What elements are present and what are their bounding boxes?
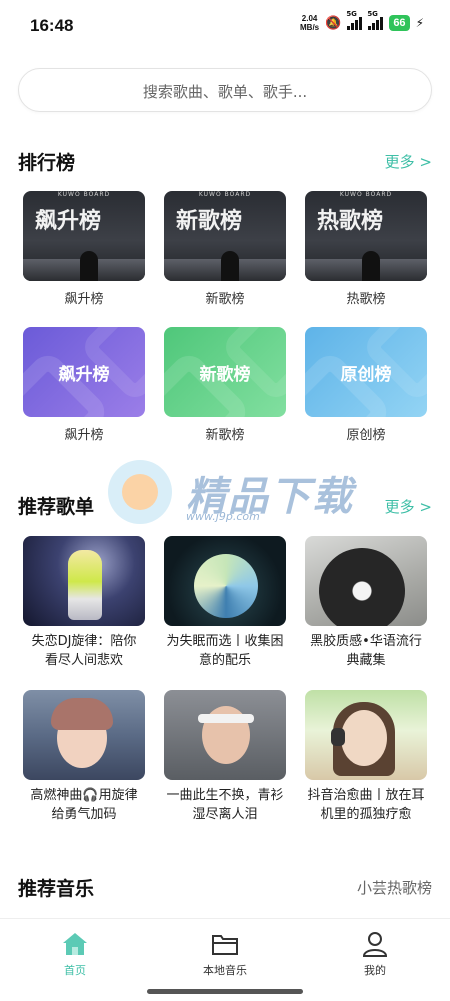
rankings-title: 排行榜 (18, 152, 76, 174)
ranking-card-label: 新歌榜 (205, 292, 245, 307)
search-input[interactable]: 搜索歌曲、歌单、歌手... (18, 68, 432, 112)
playlist-cover (305, 690, 427, 780)
playlist-cover (23, 536, 145, 626)
ranking-card-new[interactable]: KUWO BOARD 新歌榜 新歌榜 (164, 191, 286, 307)
person-icon (330, 929, 420, 959)
ranking-card-original[interactable]: 原创榜 原创榜 (305, 327, 427, 443)
playlist-cover (305, 536, 427, 626)
search-placeholder: 搜索歌曲、歌单、歌手... (142, 83, 308, 101)
playlist-card[interactable]: 为失眠而选丨收集困 意的配乐 (164, 536, 286, 670)
status-time: 16:48 (30, 16, 74, 35)
home-indicator[interactable] (147, 989, 303, 994)
playlist-card[interactable]: 高燃神曲🎧用旋律 给勇气加码 (23, 690, 145, 824)
network-speed: 2.04 MB/s (300, 14, 320, 32)
ranking-card-label: 飙升榜 (64, 292, 104, 307)
playlist-title: 高燃神曲🎧用旋律 给勇气加码 (30, 788, 138, 822)
ranking-card-label: 原创榜 (346, 428, 386, 443)
playlist-title: 失恋DJ旋律：陪你 看尽人间悲欢 (31, 634, 137, 668)
ranking-card-label: 新歌榜 (205, 428, 245, 443)
ranking-cover: KUWO BOARD 新歌榜 (164, 191, 286, 281)
watermark-logo (108, 460, 178, 540)
playlist-card[interactable]: 失恋DJ旋律：陪你 看尽人间悲欢 (23, 536, 145, 670)
status-bar: 16:48 2.04 MB/s 🔕 5G 5G 66 ⚡ (0, 0, 450, 54)
playlists-more-link[interactable]: 更多 > (385, 496, 432, 517)
playlist-card[interactable]: 一曲此生不换，青衫 湿尽离人泪 (164, 690, 286, 824)
playlist-card[interactable]: 抖音治愈曲丨放在耳 机里的孤独疗愈 (305, 690, 427, 824)
playlist-cover (23, 690, 145, 780)
nav-local-music[interactable]: 本地音乐 (180, 929, 270, 978)
ranking-cover: KUWO BOARD 热歌榜 (305, 191, 427, 281)
rankings-more-link[interactable]: 更多 > (385, 151, 432, 172)
home-icon (30, 929, 120, 959)
ranking-card-hot[interactable]: KUWO BOARD 热歌榜 热歌榜 (305, 191, 427, 307)
playlist-title: 抖音治愈曲丨放在耳 机里的孤独疗愈 (307, 788, 425, 822)
ranking-card-label: 飙升榜 (64, 428, 104, 443)
ranking-cover: 飙升榜 (23, 327, 145, 417)
ranking-card-soaring[interactable]: KUWO BOARD 飙升榜 飙升榜 (23, 191, 145, 307)
charging-icon: ⚡ (415, 16, 424, 30)
ranking-card-label: 热歌榜 (346, 292, 386, 307)
playlist-card[interactable]: 黑胶质感•华语流行 典藏集 (305, 536, 427, 670)
recommend-music-title: 推荐音乐 (18, 878, 95, 900)
ranking-card-soaring-2[interactable]: 飙升榜 飙升榜 (23, 327, 145, 443)
nav-mine[interactable]: 我的 (330, 929, 420, 978)
folder-icon (180, 929, 270, 959)
watermark-url: www.j9p.com (186, 510, 260, 523)
status-indicators: 2.04 MB/s 🔕 5G 5G 66 ⚡ (300, 10, 424, 32)
playlist-cover (164, 536, 286, 626)
battery-icon: 66 (389, 15, 410, 31)
nav-home[interactable]: 首页 (30, 929, 120, 978)
signal-icon-2: 5G (367, 10, 384, 30)
ranking-card-new-2[interactable]: 新歌榜 新歌榜 (164, 327, 286, 443)
watermark: 精品下载 www.j9p.com (108, 460, 368, 540)
mute-icon: 🔕 (325, 15, 342, 31)
playlist-title: 为失眠而选丨收集困 意的配乐 (166, 634, 284, 668)
ranking-cover: KUWO BOARD 飙升榜 (23, 191, 145, 281)
signal-icon-1: 5G (346, 10, 363, 30)
playlist-title: 一曲此生不换，青衫 湿尽离人泪 (166, 788, 284, 822)
recommend-music-source-link[interactable]: 小芸热歌榜 (357, 877, 432, 898)
ranking-cover: 新歌榜 (164, 327, 286, 417)
ranking-cover: 原创榜 (305, 327, 427, 417)
playlist-title: 黑胶质感•华语流行 典藏集 (310, 634, 422, 668)
playlists-title: 推荐歌单 (18, 496, 95, 518)
playlist-cover (164, 690, 286, 780)
